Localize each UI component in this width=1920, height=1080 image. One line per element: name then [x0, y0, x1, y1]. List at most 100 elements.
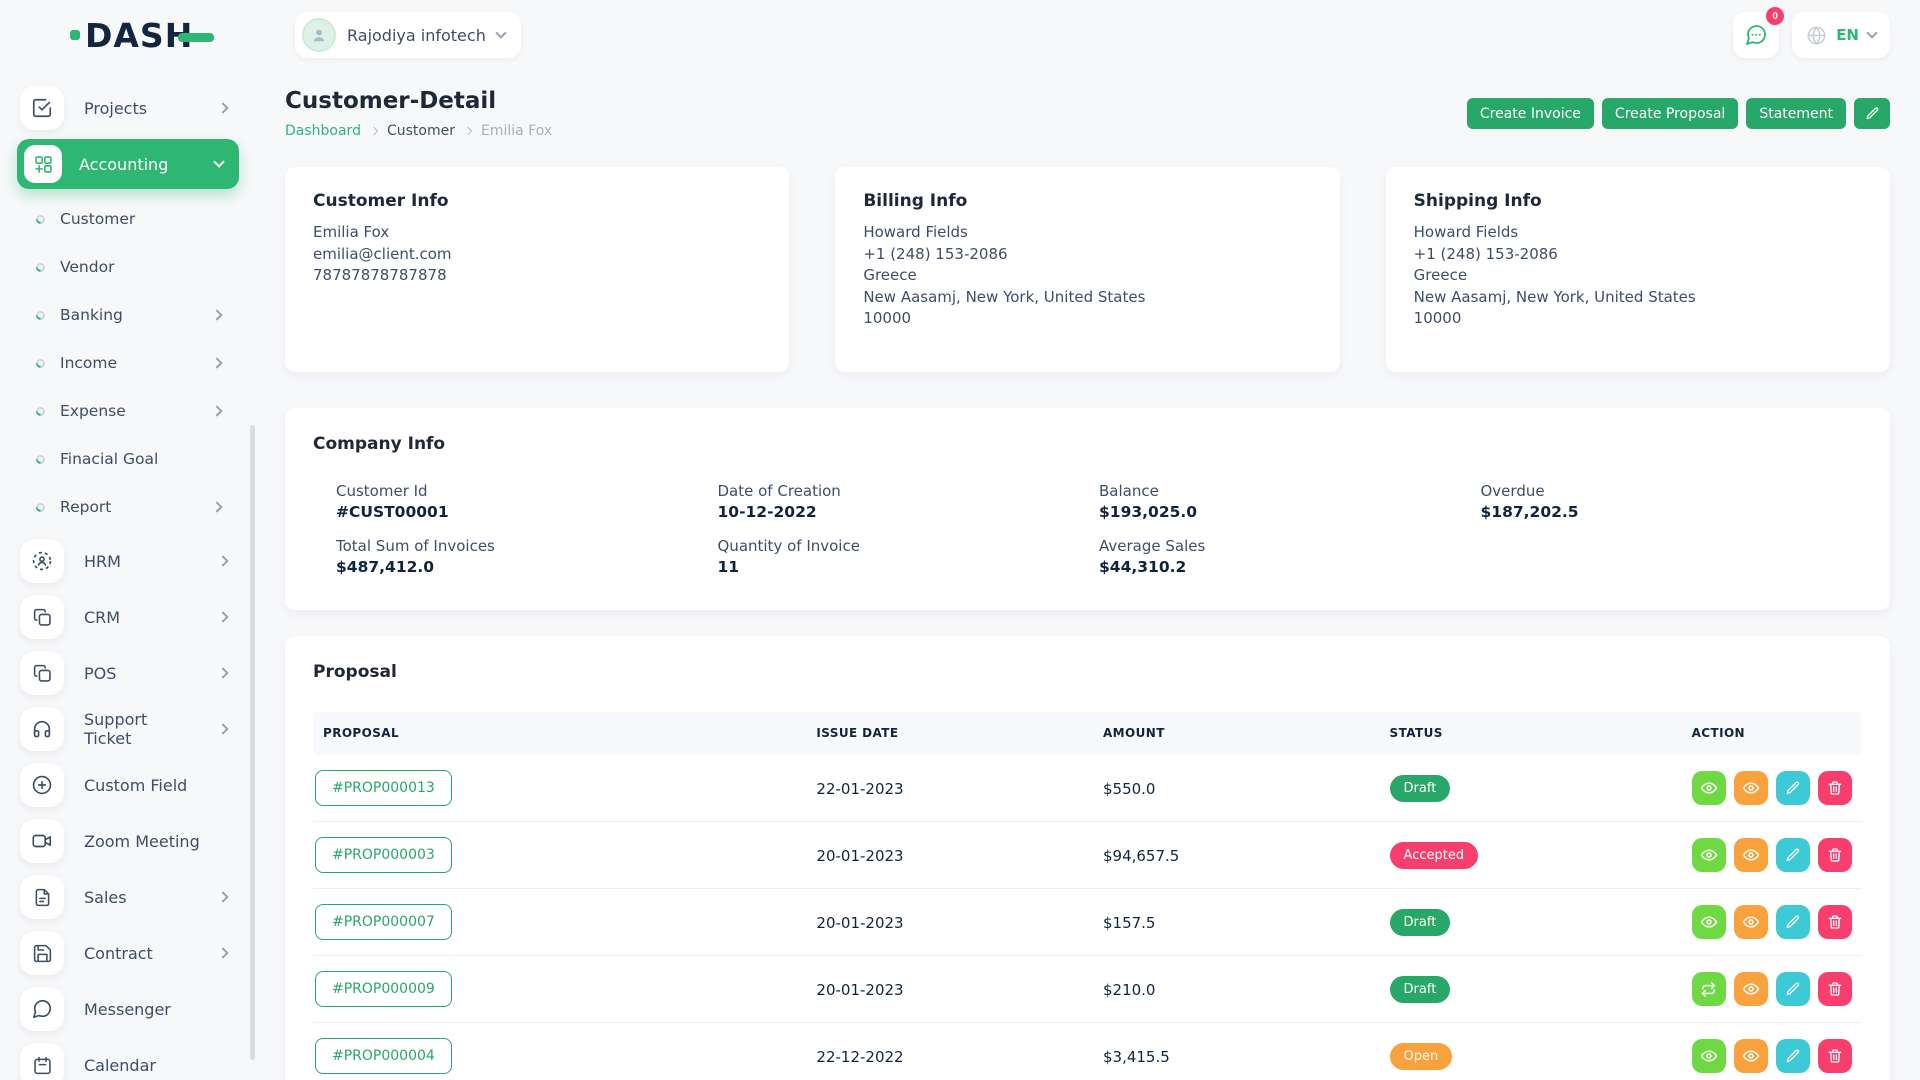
sidebar-item-custom-field[interactable]: Custom Field — [20, 757, 255, 813]
preview-button[interactable] — [1734, 905, 1768, 939]
proposal-id-link[interactable]: #PROP000004 — [315, 1038, 452, 1074]
sidebar-item-messenger[interactable]: Messenger — [20, 981, 255, 1037]
stat-date-of-creation: Date of Creation 10-12-2022 — [718, 482, 1100, 521]
sidebar-item-customer[interactable]: Customer — [20, 195, 255, 243]
sidebar-item-crm[interactable]: CRM — [20, 589, 255, 645]
preview-button[interactable] — [1734, 838, 1768, 872]
edit-button[interactable] — [1776, 905, 1810, 939]
sidebar-item-report[interactable]: Report — [20, 483, 255, 531]
sidebar-item-projects[interactable]: Projects — [20, 80, 255, 136]
stat-total-sum-of-invoices: Total Sum of Invoices $487,412.0 — [336, 537, 718, 576]
workspace-switcher[interactable]: Rajodiya infotech — [295, 12, 521, 58]
proposal-id-link[interactable]: #PROP000007 — [315, 904, 452, 940]
bullet-icon — [34, 453, 47, 466]
issue-date: 22-01-2023 — [816, 780, 903, 798]
chevron-right-icon — [217, 667, 228, 678]
statement-button[interactable]: Statement — [1746, 98, 1846, 129]
edit-button[interactable] — [1776, 771, 1810, 805]
edit-button[interactable] — [1776, 838, 1810, 872]
column-header-amount: AMOUNT — [1103, 712, 1390, 755]
refresh-icon — [1700, 981, 1717, 998]
proposal-id-link[interactable]: #PROP000009 — [315, 971, 452, 1007]
eye-icon — [1700, 846, 1718, 864]
sidebar-item-pos[interactable]: POS — [20, 645, 255, 701]
headphones-icon — [20, 707, 64, 751]
sidebar-item-zoom-meeting[interactable]: Zoom Meeting — [20, 813, 255, 869]
sidebar-item-expense[interactable]: Expense — [20, 387, 255, 435]
sidebar-item-income[interactable]: Income — [20, 339, 255, 387]
eye-icon — [1700, 1047, 1718, 1065]
amount: $3,415.5 — [1103, 1048, 1170, 1066]
proposal-id-link[interactable]: #PROP000013 — [315, 770, 452, 806]
sidebar-item-sales[interactable]: Sales — [20, 869, 255, 925]
chevron-down-icon — [1866, 27, 1877, 38]
edit-customer-button[interactable] — [1854, 98, 1890, 129]
logo-dash-icon — [178, 33, 214, 42]
shipping-info-card: Shipping Info Howard Fields +1 (248) 153… — [1386, 167, 1890, 372]
pencil-icon — [1785, 981, 1801, 997]
language-selector[interactable]: EN — [1792, 12, 1890, 58]
edit-button[interactable] — [1776, 972, 1810, 1006]
preview-button[interactable] — [1734, 972, 1768, 1006]
grid-plus-icon — [24, 145, 62, 183]
create-invoice-button[interactable]: Create Invoice — [1467, 98, 1594, 129]
breadcrumb-current: Emilia Fox — [481, 123, 552, 139]
sidebar-item-calendar[interactable]: Calendar — [20, 1037, 255, 1080]
proposal-title: Proposal — [313, 662, 1862, 682]
brand-logo[interactable]: DASH — [70, 19, 295, 52]
delete-button[interactable] — [1818, 1039, 1852, 1073]
customer-phone: 78787878787878 — [313, 265, 761, 287]
shipping-phone: +1 (248) 153-2086 — [1414, 244, 1862, 266]
bullet-icon — [34, 501, 47, 514]
eye-icon — [1742, 1047, 1760, 1065]
delete-button[interactable] — [1818, 838, 1852, 872]
column-header-action: ACTION — [1692, 712, 1862, 755]
language-label: EN — [1836, 26, 1859, 44]
eye-icon — [1742, 846, 1760, 864]
view-button[interactable] — [1692, 838, 1726, 872]
sidebar-item-support-ticket[interactable]: Support Ticket — [20, 701, 255, 757]
sidebar-item-banking[interactable]: Banking — [20, 291, 255, 339]
accounting-submenu: Customer Vendor Banking Income Expense — [20, 195, 255, 531]
sidebar-item-contract[interactable]: Contract — [20, 925, 255, 981]
preview-button[interactable] — [1734, 771, 1768, 805]
amount: $210.0 — [1103, 981, 1156, 999]
pencil-icon — [1785, 914, 1801, 930]
chevron-right-icon — [217, 947, 228, 958]
brand-name: DASH — [85, 19, 193, 52]
table-row: #PROP000004 22-12-2022 $3,415.5 Open — [313, 1023, 1862, 1080]
sidebar-item-finacial-goal[interactable]: Finacial Goal — [20, 435, 255, 483]
breadcrumb-dashboard[interactable]: Dashboard — [285, 123, 361, 139]
chat-bubble-icon — [20, 987, 64, 1031]
calendar-icon — [20, 1043, 64, 1080]
sidebar-item-vendor[interactable]: Vendor — [20, 243, 255, 291]
delete-button[interactable] — [1818, 905, 1852, 939]
sidebar-scrollbar[interactable] — [250, 425, 255, 1060]
customer-info-card: Customer Info Emilia Fox emilia@client.c… — [285, 167, 789, 372]
chevron-down-icon — [213, 156, 224, 167]
preview-button[interactable] — [1734, 1039, 1768, 1073]
sidebar-item-accounting[interactable]: Accounting — [17, 139, 239, 189]
pencil-icon — [1865, 106, 1880, 121]
view-button[interactable] — [1692, 1039, 1726, 1073]
view-button[interactable] — [1692, 771, 1726, 805]
convert-button[interactable] — [1692, 972, 1726, 1006]
status-badge: Draft — [1390, 976, 1451, 1003]
proposal-id-link[interactable]: #PROP000003 — [315, 837, 452, 873]
amount: $157.5 — [1103, 914, 1156, 932]
delete-button[interactable] — [1818, 972, 1852, 1006]
create-proposal-button[interactable]: Create Proposal — [1602, 98, 1738, 129]
edit-button[interactable] — [1776, 1039, 1810, 1073]
billing-phone: +1 (248) 153-2086 — [863, 244, 1311, 266]
bullet-icon — [34, 261, 47, 274]
sidebar-item-hrm[interactable]: HRM — [20, 533, 255, 589]
status-badge: Accepted — [1390, 842, 1479, 869]
eye-icon — [1742, 913, 1760, 931]
view-button[interactable] — [1692, 905, 1726, 939]
column-header-status: STATUS — [1390, 712, 1692, 755]
breadcrumb-customer[interactable]: Customer — [387, 123, 455, 139]
shipping-country: Greece — [1414, 265, 1862, 287]
chevron-right-icon — [217, 891, 228, 902]
delete-button[interactable] — [1818, 771, 1852, 805]
messages-button[interactable]: 0 — [1733, 12, 1779, 58]
